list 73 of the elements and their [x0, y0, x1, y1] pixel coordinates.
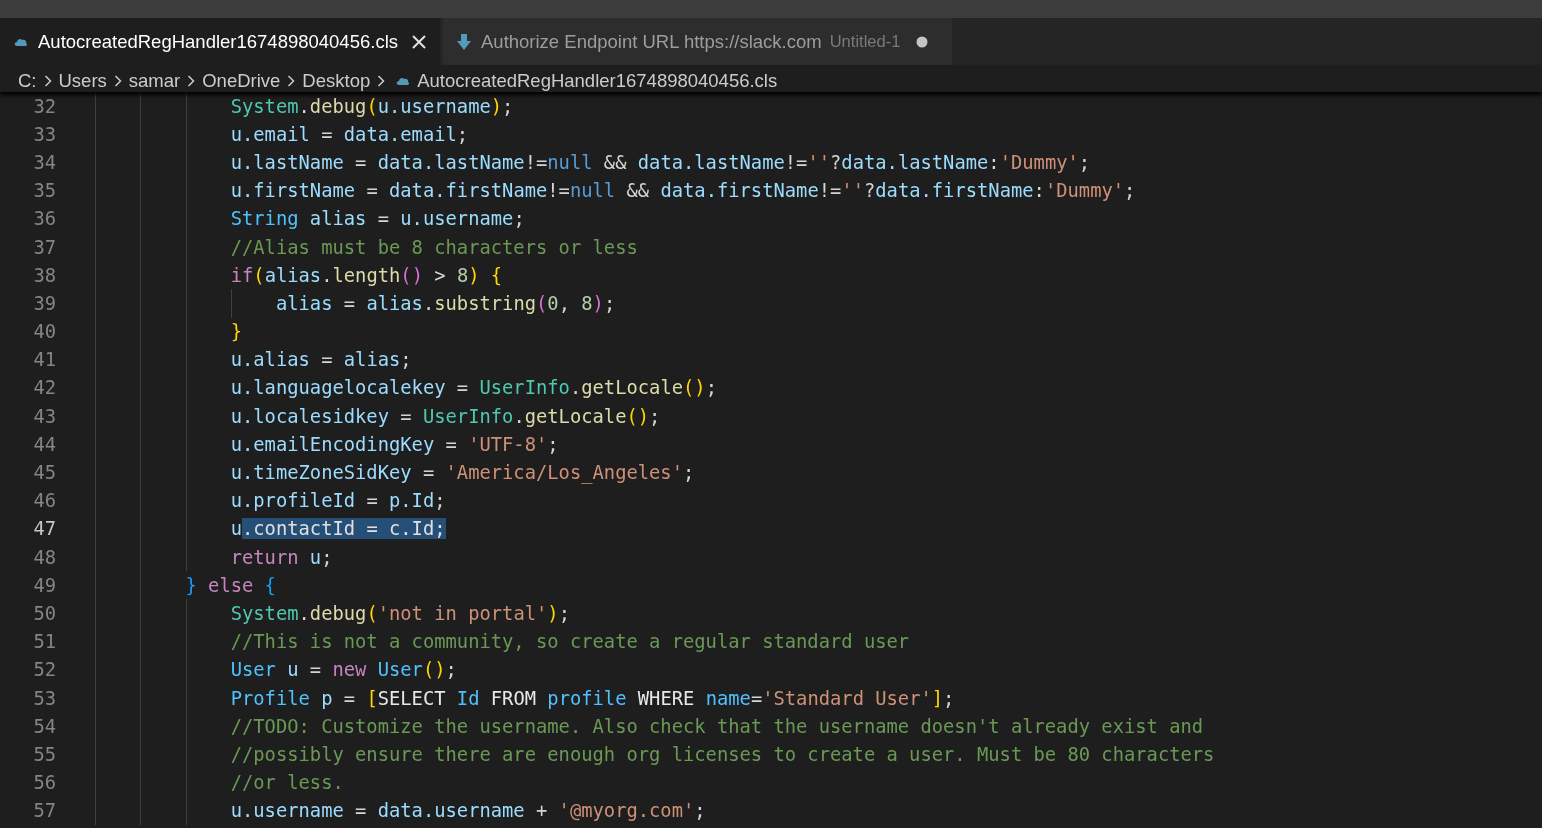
- chevron-right-icon: [43, 74, 52, 87]
- code-line: u.alias = alias;: [229, 349, 412, 371]
- code-line: u.timeZoneSidKey = 'America/Los_Angeles';: [229, 462, 695, 484]
- line-number: 37: [32, 236, 56, 258]
- tab-label: Authorize Endpoint URL https://slack.com: [481, 30, 822, 53]
- breadcrumb-item[interactable]: samar: [128, 69, 181, 92]
- code-line: //Alias must be 8 characters or less: [229, 236, 638, 258]
- line-number: 54: [32, 715, 56, 737]
- code-line: //TODO: Customize the username. Also check that the username doesn't already exist and: [229, 715, 1204, 737]
- code-line: System.debug('not in portal');: [229, 602, 570, 624]
- cloud-icon: [14, 36, 28, 47]
- breadcrumb-item[interactable]: OneDrive: [202, 69, 281, 92]
- breadcrumb-item[interactable]: Users: [58, 69, 107, 92]
- line-number: 56: [32, 772, 56, 794]
- line-number: 34: [32, 151, 56, 173]
- code-line: } else {: [184, 574, 276, 596]
- code-line: u.username = data.username + '@myorg.com';: [229, 800, 706, 822]
- code-line: u.firstName = data.firstName!=null && data.firstName!=''?data.firstName:'Dummy';: [229, 180, 1136, 202]
- line-number: 44: [32, 433, 56, 455]
- chevron-right-icon: [187, 74, 196, 87]
- line-number: 38: [32, 264, 56, 286]
- line-number: 53: [32, 687, 56, 709]
- code-line: System.debug(u.username);: [229, 95, 514, 117]
- line-number: 47: [32, 518, 56, 540]
- chevron-right-icon: [113, 74, 122, 87]
- line-number: 57: [32, 800, 56, 822]
- editor-tab[interactable]: Authorize Endpoint URL https://slack.com Untitled-1: [443, 18, 953, 65]
- line-number: 50: [32, 602, 56, 624]
- arrow-down-icon: [457, 33, 471, 50]
- code-line: alias = alias.substring(0, 8);: [274, 292, 616, 314]
- code-line: String alias = u.username;: [229, 208, 525, 230]
- tab-description: Untitled-1: [829, 32, 901, 51]
- breadcrumb-item[interactable]: C:: [18, 69, 37, 92]
- close-icon[interactable]: [412, 34, 426, 49]
- code-line: //or less.: [229, 772, 344, 794]
- code-line: u.contactId = c.Id;: [229, 518, 446, 540]
- line-number: 42: [32, 377, 56, 399]
- line-number: 32: [32, 95, 56, 117]
- breadcrumb-item[interactable]: AutocreatedRegHandler1674898040456.cls: [417, 69, 778, 92]
- code-line: u.email = data.email;: [229, 123, 469, 145]
- line-number: 35: [32, 180, 56, 202]
- code-line: //possibly ensure there are enough org licenses to create a user. Must be 80 characters: [229, 743, 1215, 765]
- code-line: u.lastName = data.lastName!=null && data.lastName!=''?data.lastName:'Dummy';: [229, 151, 1091, 173]
- chevron-right-icon: [377, 74, 386, 87]
- line-number: 39: [32, 292, 56, 314]
- line-number: 48: [32, 546, 56, 568]
- editor-tab[interactable]: AutocreatedRegHandler1674898040456.cls: [0, 18, 440, 65]
- unsaved-dot-icon[interactable]: [916, 35, 929, 48]
- tab-label: AutocreatedRegHandler1674898040456.cls: [38, 30, 398, 53]
- code-line: }: [229, 321, 242, 343]
- line-number: 49: [32, 574, 56, 596]
- code-line: u.profileId = p.Id;: [229, 490, 446, 512]
- line-number: 55: [32, 743, 56, 765]
- code-line: return u;: [229, 546, 333, 568]
- code-line: User u = new User();: [229, 659, 457, 681]
- line-number: 52: [32, 659, 56, 681]
- code-line: u.emailEncodingKey = 'UTF-8';: [229, 433, 559, 455]
- line-number: 40: [32, 321, 56, 343]
- line-number: 51: [32, 631, 56, 653]
- code-line: u.languagelocalekey = UserInfo.getLocale();: [229, 377, 717, 399]
- line-number: 45: [32, 462, 56, 484]
- line-number: 33: [32, 123, 56, 145]
- code-line: Profile p = [SELECT Id FROM profile WHERE name='Standard User'];: [229, 687, 955, 709]
- line-number: 43: [32, 405, 56, 427]
- chevron-right-icon: [287, 74, 296, 87]
- code-line: //This is not a community, so create a regular standard user: [229, 631, 910, 653]
- breadcrumb-item[interactable]: Desktop: [302, 69, 371, 92]
- line-number: 46: [32, 490, 56, 512]
- code-line: u.localesidkey = UserInfo.getLocale();: [229, 405, 661, 427]
- line-number: 41: [32, 349, 56, 371]
- cloud-icon: [396, 75, 411, 86]
- line-number: 36: [32, 208, 56, 230]
- code-line: if(alias.length() > 8) {: [229, 264, 503, 286]
